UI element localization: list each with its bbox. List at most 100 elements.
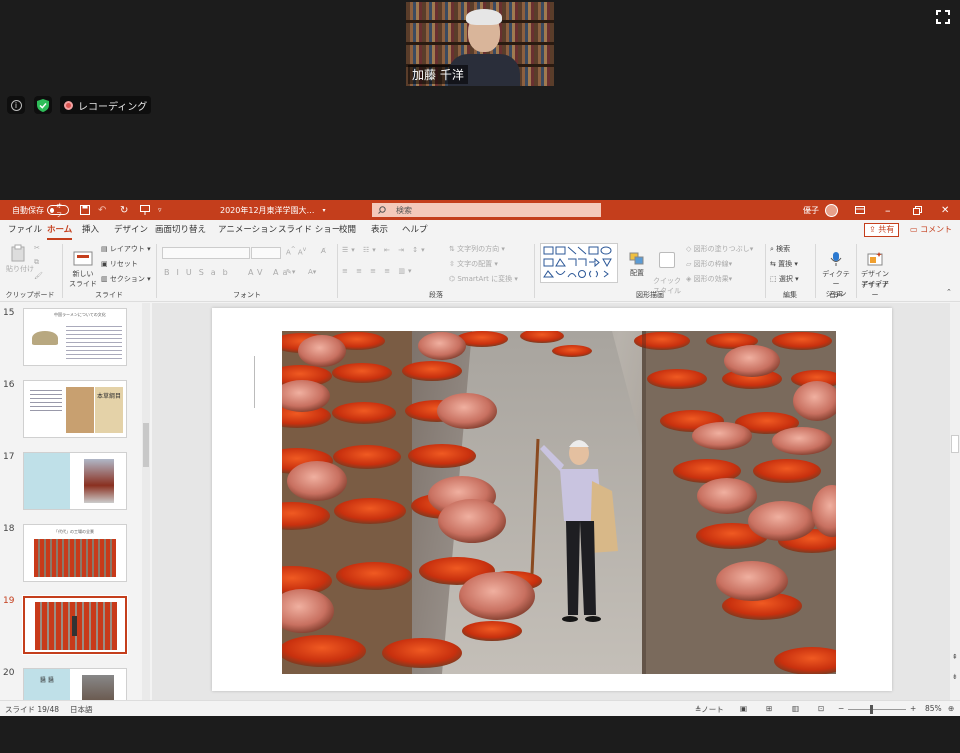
shape-fill-button[interactable]: ◇ 図形の塗りつぶし▾ — [686, 244, 753, 254]
autosave-toggle[interactable]: オフ — [47, 203, 69, 219]
tab-animations[interactable]: アニメーション — [218, 220, 277, 240]
smartart-button[interactable]: ⌬ SmartArt に変換 ▾ — [449, 274, 518, 284]
autosave[interactable]: 自動保存 オフ — [12, 200, 69, 220]
clipboard-group: 貼り付け ✂ ⧉ 🖌 クリップボード — [0, 240, 60, 302]
arrange-button[interactable]: 配置 — [626, 244, 648, 286]
security-button[interactable] — [34, 96, 52, 114]
tab-review[interactable]: 校閲 — [339, 220, 356, 240]
current-slide[interactable] — [212, 308, 892, 691]
chevron-down-icon: ▾ — [322, 206, 326, 214]
tab-design[interactable]: デザイン — [114, 220, 148, 240]
slideshow-view-icon[interactable]: ⊡ — [818, 704, 824, 713]
autosave-state: オフ — [56, 203, 63, 219]
account-button[interactable] — [825, 200, 838, 220]
ribbon-tabs: ファイル ホーム 挿入 デザイン 画面切り替え アニメーション スライド ショー… — [0, 220, 960, 240]
list-icons[interactable]: ☰▾ ☷▾ ⇤ ⇥ ↕▾ — [342, 246, 428, 254]
reset-button[interactable]: ▣ リセット — [101, 259, 138, 269]
highlight-icon[interactable]: ✎▾ — [286, 268, 295, 276]
user-name[interactable]: 優子 — [803, 200, 819, 220]
tab-view[interactable]: 表示 — [371, 220, 388, 240]
participant-video[interactable]: 加藤 千洋 — [406, 2, 554, 86]
align-icons[interactable]: ≡ ≡ ≡ ≡ ▥▾ — [342, 267, 415, 275]
font-grow-icon[interactable]: A^ Av — [286, 247, 306, 256]
replace-button[interactable]: ⇆ 置換 ▾ — [770, 259, 798, 269]
slide-thumbnail-17[interactable] — [23, 452, 127, 510]
minimize-icon[interactable]: – — [885, 200, 891, 220]
comment-button[interactable]: ▭ コメント — [906, 223, 956, 237]
thumbnail-number: 16 — [3, 380, 15, 390]
shapes-gallery[interactable] — [540, 243, 618, 283]
slide-sorter-icon[interactable]: ⊞ — [766, 704, 772, 713]
tab-help[interactable]: ヘルプ — [402, 220, 428, 240]
reading-view-icon[interactable]: ▥ — [792, 704, 799, 713]
shape-effects-button[interactable]: ◈ 図形の効果▾ — [686, 274, 732, 284]
cut-icon[interactable]: ✂ — [34, 244, 40, 252]
tab-slideshow[interactable]: スライド ショー — [278, 220, 340, 240]
drawing-group: 配置 クイック スタイル ◇ 図形の塗りつぶし▾ ▱ 図形の枠線▾ ◈ 図形の効… — [536, 240, 764, 302]
search-input[interactable]: 検索 — [372, 203, 601, 217]
find-button[interactable]: ⌕ 検索 — [770, 244, 790, 254]
slide-thumbnail-15[interactable]: 中国ラーメンについての文化 — [23, 308, 127, 366]
paste-button[interactable]: 貼り付け — [6, 244, 34, 274]
layout-button[interactable]: ▤ レイアウト ▾ — [101, 244, 151, 254]
zoom-slider-thumb[interactable] — [870, 705, 873, 714]
shapes-gallery-icon — [543, 246, 612, 278]
editor-scrollbar[interactable]: ⇞ ⇟ — [950, 303, 960, 700]
thumbnail-scrollbar[interactable] — [142, 303, 150, 700]
format-painter-icon[interactable]: 🖌 — [34, 272, 43, 280]
scrollbar-thumb[interactable] — [143, 423, 149, 467]
close-icon[interactable]: ✕ — [941, 200, 949, 220]
microphone-icon — [830, 252, 842, 266]
info-button[interactable]: i — [7, 96, 25, 114]
slide-thumbnail-16[interactable]: 本草綱目 — [23, 380, 127, 438]
undo-icon[interactable]: ↶ — [98, 200, 106, 220]
notes-button[interactable]: ≜ノート — [695, 704, 724, 715]
slide-thumbnail-18[interactable]: 「代代」の工場の全景 — [23, 524, 127, 582]
prev-slide-icon[interactable]: ⇞ — [952, 653, 958, 661]
ribbon-display-icon[interactable] — [855, 200, 865, 220]
font-size-combo[interactable] — [251, 247, 281, 259]
zoom-level[interactable]: 85% — [925, 704, 942, 713]
section-button[interactable]: ▥ セクション ▾ — [101, 274, 151, 284]
zoom-out-icon[interactable]: − — [838, 704, 844, 713]
status-bar: スライド 19/48 日本語 ≜ノート ▣ ⊞ ▥ ⊡ − + 85% ⊕ — [0, 700, 960, 716]
customize-qat-icon[interactable]: ▿ — [158, 200, 162, 220]
paragraph-label: 段落 — [429, 291, 443, 299]
normal-view-icon[interactable]: ▣ — [740, 704, 747, 713]
save-icon[interactable] — [80, 200, 90, 220]
fit-slide-icon[interactable]: ⊕ — [948, 704, 954, 713]
next-slide-icon[interactable]: ⇟ — [952, 673, 958, 681]
spacing-case-icons[interactable]: AV Aa — [248, 268, 291, 277]
recording-indicator[interactable]: レコーディング — [60, 96, 152, 114]
select-button[interactable]: ⬚ 選択 ▾ — [770, 274, 799, 284]
new-slide-button[interactable]: 新しい スライド — [68, 243, 98, 297]
tab-home[interactable]: ホーム — [47, 220, 73, 240]
slide-thumbnail-19[interactable] — [22, 595, 128, 655]
collapse-ribbon-icon[interactable]: ⌃ — [946, 288, 952, 296]
zoom-in-icon[interactable]: + — [910, 704, 916, 713]
font-style-buttons[interactable]: BIUSab — [164, 268, 235, 277]
shape-outline-button[interactable]: ▱ 図形の枠線▾ — [686, 259, 732, 269]
document-title[interactable]: 2020年12月東洋学園大… ▾ — [220, 200, 326, 220]
redo-icon[interactable]: ↻ — [120, 200, 128, 220]
fullscreen-icon[interactable] — [936, 10, 950, 24]
language-indicator[interactable]: 日本語 — [70, 704, 93, 715]
editor-scroll-thumb[interactable] — [951, 435, 959, 453]
slide-thumbnail-20[interactable]: 醤 醤 — [23, 668, 127, 700]
text-direction-button[interactable]: ⇅ 文字列の方向 ▾ — [449, 244, 505, 254]
align-text-button[interactable]: ⇳ 文字の配置 ▾ — [449, 259, 498, 269]
text-direction-label: 文字列の方向 — [457, 245, 500, 253]
zoom-slider[interactable] — [848, 709, 906, 710]
font-color-icon[interactable]: A▾ — [308, 268, 316, 276]
present-icon[interactable] — [140, 200, 150, 220]
share-button[interactable]: ⇪ 共有 — [864, 223, 900, 237]
tab-file[interactable]: ファイル — [8, 220, 42, 240]
clear-format-icon[interactable]: A̸ — [321, 247, 326, 255]
slide-photo[interactable] — [282, 331, 836, 674]
tab-insert[interactable]: 挿入 — [82, 220, 99, 240]
font-name-combo[interactable] — [162, 247, 250, 259]
copy-icon[interactable]: ⧉ — [34, 258, 39, 267]
tab-transitions[interactable]: 画面切り替え — [155, 220, 206, 240]
restore-icon[interactable] — [913, 200, 922, 220]
thumbnail-caption: 本草綱目 — [95, 387, 123, 433]
